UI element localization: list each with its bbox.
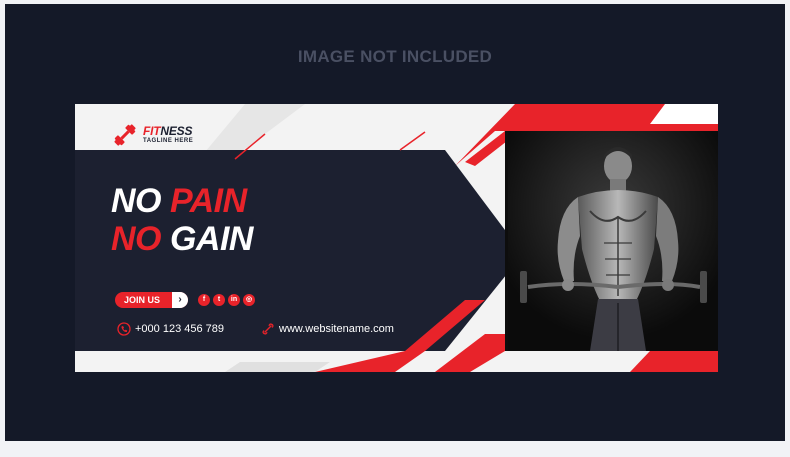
preview-canvas: IMAGE NOT INCLUDED FITNESS TAGLINE HERE …	[5, 4, 785, 441]
headline-line-1: NO PAIN	[111, 182, 247, 220]
twitter-icon[interactable]: t	[213, 294, 225, 306]
watermark-text: IMAGE NOT INCLUDED	[297, 47, 493, 66]
dumbbell-icon	[114, 124, 136, 146]
fitness-banner: FITNESS TAGLINE HERE NO PAIN NO GAIN JOI…	[75, 104, 718, 372]
phone-icon	[117, 322, 131, 336]
website-contact: www.websitename.com	[261, 322, 394, 336]
headline-line-2: NO GAIN	[111, 220, 253, 258]
website-url[interactable]: www.websitename.com	[279, 323, 394, 335]
arrow-right-icon: ›	[172, 292, 188, 308]
join-us-label: JOIN US	[124, 295, 161, 305]
linkedin-icon[interactable]: in	[228, 294, 240, 306]
join-us-button[interactable]: JOIN US ›	[115, 292, 188, 308]
phone-number: +000 123 456 789	[135, 323, 225, 335]
brand-logo: FITNESS TAGLINE HERE	[112, 122, 222, 148]
athlete-photo	[508, 131, 718, 351]
brand-tagline: TAGLINE HERE	[143, 138, 194, 144]
link-icon	[262, 323, 274, 335]
instagram-icon[interactable]: ◎	[243, 294, 255, 306]
facebook-icon[interactable]: f	[198, 294, 210, 306]
brand-name: FITNESS	[143, 124, 193, 138]
phone-contact: +000 123 456 789	[117, 322, 224, 336]
